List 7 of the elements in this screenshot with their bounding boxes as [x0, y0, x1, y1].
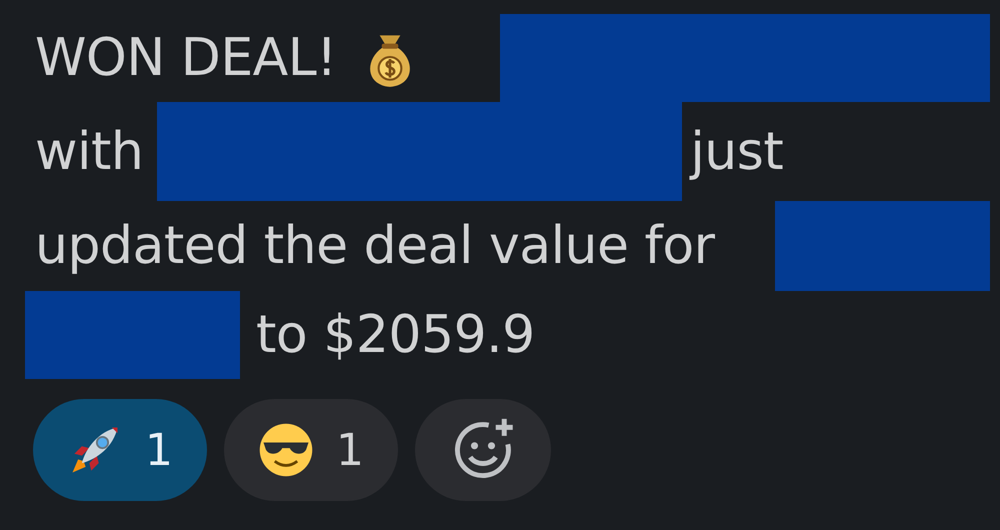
reaction-button[interactable]: 1: [33, 399, 207, 501]
message-text: updated the deal value for: [35, 216, 715, 276]
message-text: WON DEAL!: [35, 28, 337, 88]
message-text: with: [35, 122, 144, 182]
message-text: to $2059.9: [256, 305, 535, 365]
message-text: just: [690, 122, 784, 182]
reaction-button[interactable]: 1: [224, 399, 398, 501]
